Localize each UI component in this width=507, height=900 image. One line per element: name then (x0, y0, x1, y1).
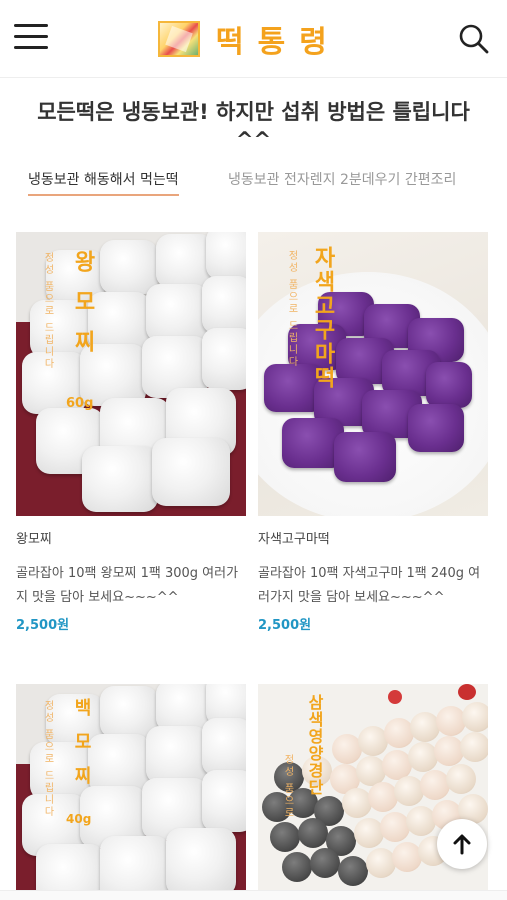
image-caption: 정성 품으로 (282, 754, 293, 820)
image-weight: 40g (66, 812, 92, 826)
product-description: 골라잡아 10팩 자색고구마 1팩 240g 여러가지 맛을 담아 보세요~~~… (258, 566, 481, 605)
image-title: 왕모찌 (70, 250, 95, 370)
logo-text: 떡통령 (216, 25, 341, 60)
category-tabs: 냉동보관 해동해서 먹는떡 냉동보관 전자렌지 2분데우기 간편조리 (0, 168, 507, 200)
hamburger-menu-icon[interactable] (14, 24, 48, 52)
product-image[interactable]: 정성 품으로 드립니다 백모찌 40g (16, 684, 246, 890)
scroll-top-button[interactable] (437, 819, 487, 869)
image-caption: 정성 품으로 드립니다 (286, 250, 297, 369)
tab-thaw[interactable]: 냉동보관 해동해서 먹는떡 (28, 168, 179, 196)
product-description: 골라잡아 10팩 왕모찌 1팩 300g 여러가지 맛을 담아 보세요~~~^^ (16, 566, 239, 605)
product-card[interactable]: 정성 품으로 드립니다 왕모찌 60g 왕모찌 골라잡아 10팩 왕모찌 1팩 … (16, 232, 246, 633)
page-headline: 모든떡은 냉동보관! 하지만 섭취 방법은 틀립니다 ^^ (37, 100, 470, 152)
search-icon[interactable] (457, 22, 491, 56)
image-weight: 60g (66, 396, 94, 411)
header: 떡통령 (0, 0, 507, 78)
product-image[interactable]: 정성 품으로 드립니다 왕모찌 60g (16, 232, 246, 516)
logo[interactable]: 떡통령 (158, 20, 341, 60)
bottom-bar (0, 890, 507, 900)
image-title: 삼색영양경단 (305, 694, 324, 796)
product-price: 2,500원 (16, 618, 70, 633)
product-card[interactable]: 정성 품으로 드립니다 백모찌 40g (16, 684, 246, 890)
product-price: 2,500원 (258, 618, 312, 633)
product-card[interactable]: 정성 품으로 드립니다 자색고구마떡 자색고구마떡 골라잡아 10팩 자색고구마… (258, 232, 488, 633)
image-caption: 정성 품으로 드립니다 (42, 252, 53, 371)
product-image[interactable]: 정성 품으로 드립니다 자색고구마떡 (258, 232, 488, 516)
arrow-up-icon (453, 834, 471, 855)
tab-microwave[interactable]: 냉동보관 전자렌지 2분데우기 간편조리 (228, 168, 456, 196)
product-name[interactable]: 왕모찌 (16, 530, 246, 550)
image-title: 백모찌 (71, 698, 92, 800)
image-caption: 정성 품으로 드립니다 (42, 700, 53, 819)
image-title: 자색고구마떡 (310, 246, 335, 390)
logo-image (158, 21, 200, 57)
product-name[interactable]: 자색고구마떡 (258, 530, 488, 550)
